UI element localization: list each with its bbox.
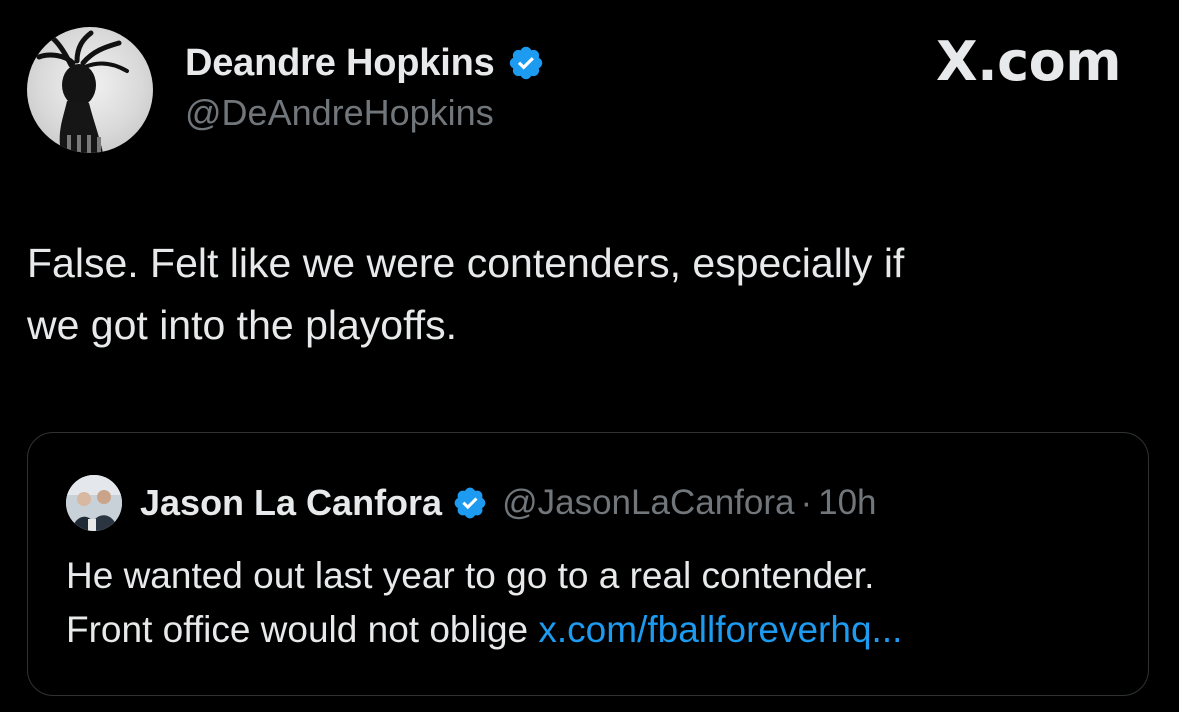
quoted-author-handle[interactable]: @JasonLaCanfora	[502, 483, 794, 523]
separator-dot: ·	[800, 483, 813, 522]
quoted-text-line: Front office would not oblige x.com/fbal…	[66, 603, 1126, 657]
author-handle[interactable]: @DeAndreHopkins	[185, 92, 494, 134]
quoted-text-line: He wanted out last year to go to a real …	[66, 555, 875, 596]
quoted-header: Jason La Canfora @JasonLaCanfora · 10h	[140, 477, 877, 529]
tweet-text-line: we got into the playoffs.	[27, 302, 458, 348]
verified-badge-icon	[509, 46, 542, 80]
tweet-text: False. Felt like we were contenders, esp…	[27, 232, 1147, 356]
quoted-author-avatar[interactable]	[66, 475, 122, 531]
quoted-text: He wanted out last year to go to a real …	[66, 549, 1126, 657]
quoted-timestamp[interactable]: 10h	[818, 483, 876, 523]
brand-logo: X.com	[935, 30, 1122, 93]
author-name[interactable]: Deandre Hopkins	[185, 42, 495, 85]
avatar-photo-icon	[36, 30, 129, 153]
verified-badge-icon	[454, 487, 486, 519]
quoted-author-name[interactable]: Jason La Canfora	[140, 482, 442, 524]
avatar-photo-icon	[66, 475, 122, 531]
quoted-text-fragment: Front office would not oblige	[66, 609, 539, 650]
author-avatar[interactable]	[27, 27, 153, 153]
author-name-row: Deandre Hopkins	[185, 38, 545, 88]
tweet-card: Deandre Hopkins @DeAndreHopkins X.com Fa…	[0, 0, 1179, 712]
quoted-tweet[interactable]: Jason La Canfora @JasonLaCanfora · 10h H…	[27, 432, 1149, 696]
tweet-text-line: False. Felt like we were contenders, esp…	[27, 240, 905, 286]
quoted-link[interactable]: x.com/fballforeverhq...	[538, 609, 902, 650]
